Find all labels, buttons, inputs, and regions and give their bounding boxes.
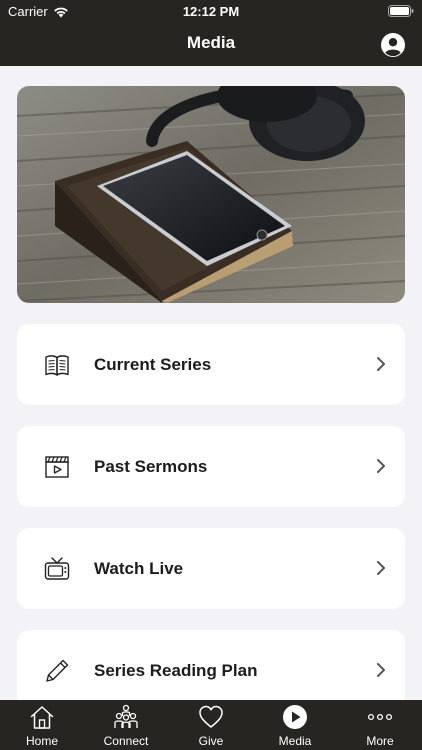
people-icon bbox=[114, 704, 138, 728]
card-label: Series Reading Plan bbox=[94, 661, 258, 680]
tab-media[interactable]: Media bbox=[253, 700, 337, 750]
tab-more[interactable]: More bbox=[338, 700, 422, 750]
video-clapper-icon bbox=[45, 456, 69, 478]
chevron-right-icon bbox=[377, 357, 385, 371]
card-label: Watch Live bbox=[94, 559, 184, 578]
pencil-icon bbox=[46, 659, 69, 682]
watch-live-card[interactable]: Watch Live bbox=[17, 528, 405, 609]
series-reading-plan-card[interactable]: Series Reading Plan bbox=[17, 630, 405, 711]
tab-label: Give bbox=[198, 734, 224, 748]
header-bar: Carrier 12:12 PM Media bbox=[0, 0, 422, 66]
hero-image bbox=[17, 86, 405, 303]
tab-bar: Home Connect Give Media More bbox=[0, 700, 422, 750]
card-label: Past Sermons bbox=[94, 457, 208, 476]
tab-label: More bbox=[366, 734, 394, 748]
tab-label: Media bbox=[278, 734, 312, 748]
current-series-card[interactable]: Current Series bbox=[17, 324, 405, 405]
tab-home[interactable]: Home bbox=[0, 700, 84, 750]
status-bar: Carrier 12:12 PM bbox=[0, 0, 422, 22]
tab-give[interactable]: Give bbox=[169, 700, 253, 750]
heart-icon bbox=[199, 705, 223, 728]
tab-connect[interactable]: Connect bbox=[84, 700, 168, 750]
page-title: Media bbox=[186, 33, 236, 52]
profile-icon bbox=[381, 33, 405, 57]
play-circle-icon bbox=[283, 705, 307, 729]
home-icon bbox=[30, 706, 54, 729]
past-sermons-card[interactable]: Past Sermons bbox=[17, 426, 405, 507]
tab-label: Home bbox=[25, 734, 58, 748]
profile-button[interactable] bbox=[381, 33, 405, 57]
card-label: Current Series bbox=[94, 355, 212, 374]
battery-icon bbox=[388, 5, 414, 20]
book-icon bbox=[45, 355, 69, 376]
chevron-right-icon bbox=[377, 663, 385, 677]
tab-label: Connect bbox=[103, 734, 149, 748]
chevron-right-icon bbox=[377, 561, 385, 575]
chevron-right-icon bbox=[377, 459, 385, 473]
status-time: 12:12 PM bbox=[182, 4, 240, 19]
tv-icon bbox=[44, 557, 70, 580]
more-dots-icon bbox=[367, 713, 393, 721]
